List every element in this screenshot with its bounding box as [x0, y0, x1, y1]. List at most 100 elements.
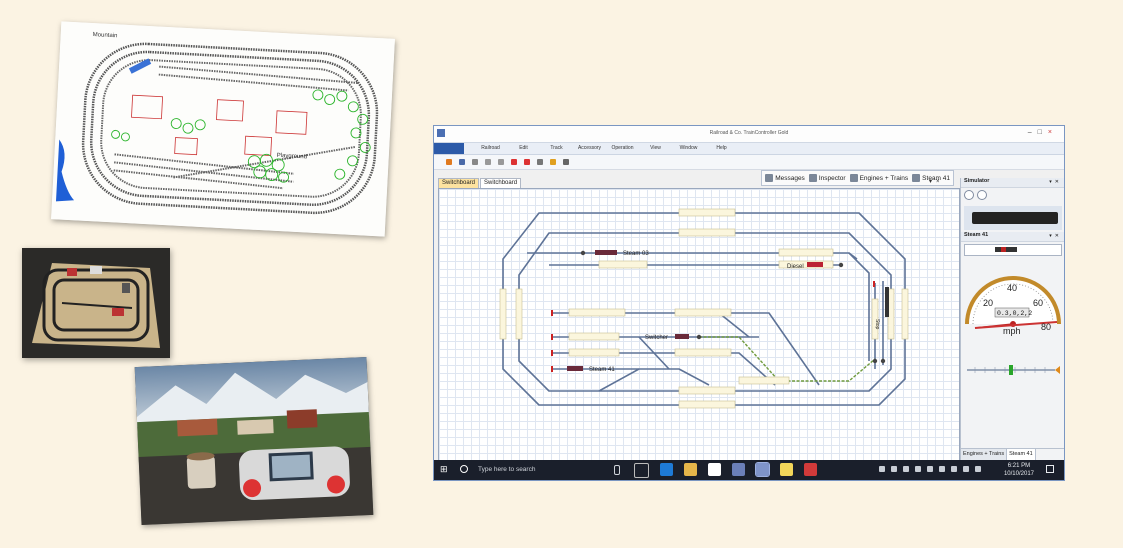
switchboard-canvas[interactable]: Steam 03 Diesel Switcher Steam 41 Stop — [438, 188, 960, 462]
menu-edit[interactable]: Edit — [507, 145, 540, 151]
train-label-diesel: Diesel — [787, 264, 804, 270]
messages-icon — [765, 174, 774, 182]
traincontroller-active-icon[interactable] — [755, 462, 770, 477]
tab-switchboard-2[interactable]: Switchboard — [480, 178, 522, 188]
engine-icon — [849, 174, 858, 182]
layout-photo — [22, 248, 170, 358]
traincontroller-icon[interactable] — [732, 463, 745, 476]
menu-railroad[interactable]: Railroad — [474, 145, 507, 151]
inspector-tab[interactable]: Inspector — [808, 174, 846, 182]
engine-selector[interactable] — [964, 244, 1062, 256]
tab-switchboard-1[interactable]: Switchboard — [438, 178, 480, 188]
tray-app1-icon[interactable] — [891, 466, 897, 472]
gauge-tick-80: 80 — [1041, 322, 1051, 332]
track-plan-photo: Mountain Playground — [51, 21, 395, 237]
microphone-icon[interactable] — [614, 465, 620, 475]
locomotive-icon — [972, 212, 1058, 224]
dock-tab-engines-trains[interactable]: Engines + Trains — [961, 449, 1008, 460]
print-icon[interactable] — [537, 159, 543, 165]
tray-chevron-icon[interactable] — [879, 466, 885, 472]
tab-close-icon[interactable]: × — [936, 179, 944, 185]
speed-unit: mph — [1003, 326, 1021, 336]
tab-dropdown-icon[interactable]: ▾ — [929, 179, 936, 185]
play-icon[interactable] — [964, 190, 974, 200]
gauge-tick-40: 40 — [1007, 283, 1017, 293]
app-window: Railroad & Co. TrainController Gold –□× … — [433, 125, 1065, 481]
tools-icon[interactable] — [563, 159, 569, 165]
windows-start-icon[interactable]: ⊞ — [440, 465, 449, 474]
train-label-steam41: Steam 41 — [589, 367, 615, 373]
menu-help[interactable]: Help — [705, 145, 738, 151]
clock-date: 10/10/2017 — [1003, 471, 1034, 477]
panel-pin-icons[interactable]: ▾✕ — [1049, 179, 1062, 185]
file-menu-button[interactable] — [434, 143, 464, 154]
document-tabs: Switchboard Switchboard — [438, 178, 522, 188]
minimize-icon[interactable]: – — [1028, 129, 1038, 136]
tray-keyboard-icon[interactable] — [975, 466, 981, 472]
block-label-stop: Stop — [874, 319, 880, 330]
right-dock: Simulator ▾✕ Steam 41 ▾✕ 20 40 60 80 mph — [960, 178, 1064, 460]
maximize-icon[interactable]: □ — [1038, 129, 1048, 136]
panel-tabs: Messages Inspector Engines + Trains Stea… — [761, 170, 954, 186]
app-red-icon[interactable] — [804, 463, 817, 476]
tray-battery-icon[interactable] — [939, 466, 945, 472]
train-label-switcher: Switcher — [645, 335, 668, 341]
stop-icon[interactable] — [511, 159, 517, 165]
train-icon — [912, 174, 921, 182]
cortana-icon[interactable] — [460, 465, 468, 473]
inspector-icon — [808, 174, 817, 182]
controller-photo — [134, 357, 374, 525]
menu-track[interactable]: Track — [540, 145, 573, 151]
dropbox-icon[interactable] — [708, 463, 721, 476]
simulator-title: Simulator — [964, 178, 990, 184]
undo-icon[interactable] — [485, 159, 491, 165]
open-icon[interactable] — [446, 159, 452, 165]
menu-accessory[interactable]: Accessory — [573, 145, 606, 151]
layout-photo-image — [22, 248, 170, 358]
edge-icon[interactable] — [660, 463, 673, 476]
simulator-header: Simulator ▾✕ — [961, 178, 1064, 188]
switchboard-track-diagram[interactable]: Steam 03 Diesel Switcher Steam 41 Stop — [439, 189, 959, 461]
step-icon[interactable] — [977, 190, 987, 200]
signal-icon[interactable] — [550, 159, 556, 165]
throttle-slider[interactable] — [965, 364, 1061, 376]
taskbar-clock[interactable]: 6:21 PM 10/10/2017 — [1004, 462, 1034, 478]
engines-trains-tab[interactable]: Engines + Trains — [849, 174, 908, 182]
clock-time: 6:21 PM — [1007, 463, 1031, 469]
tray-volume-icon[interactable] — [963, 466, 969, 472]
cut-icon[interactable] — [472, 159, 478, 165]
window-title: Railroad & Co. TrainController Gold — [709, 130, 789, 136]
taskbar-search-input[interactable]: Type here to search — [478, 466, 535, 473]
notifications-icon[interactable] — [1046, 465, 1054, 473]
close-icon[interactable]: × — [1048, 129, 1058, 136]
save-icon[interactable] — [459, 159, 465, 165]
speedometer-gauge: 20 40 60 80 mph 0.3,0,2,2 — [965, 276, 1061, 336]
taskbar-apps — [634, 462, 817, 478]
locomotive-image — [964, 206, 1062, 230]
notes-icon[interactable] — [780, 463, 793, 476]
gauge-tick-20: 20 — [983, 298, 993, 308]
track-plan-drawing: Mountain Playground — [51, 21, 395, 237]
tray-network-icon[interactable] — [927, 466, 933, 472]
menu-window[interactable]: Window — [672, 145, 705, 151]
messages-tab[interactable]: Messages — [765, 174, 805, 182]
system-tray — [879, 466, 981, 472]
engine-title: Steam 41 — [964, 232, 989, 238]
train-label-steam03: Steam 03 — [623, 251, 649, 257]
document-controls: ▾× — [929, 178, 944, 185]
window-controls: –□× — [1028, 129, 1058, 136]
gauge-tick-60: 60 — [1033, 298, 1043, 308]
tray-cloud-icon[interactable] — [915, 466, 921, 472]
menu-operation[interactable]: Operation — [606, 145, 639, 151]
emergency-icon[interactable] — [524, 159, 530, 165]
menu-view[interactable]: View — [639, 145, 672, 151]
redo-icon[interactable] — [498, 159, 504, 165]
engine-pin-icons[interactable]: ▾✕ — [1049, 233, 1062, 239]
engine-header: Steam 41 ▾✕ — [961, 232, 1064, 242]
plan-label-mountain: Mountain — [93, 32, 118, 39]
file-explorer-icon[interactable] — [684, 463, 697, 476]
task-view-icon[interactable] — [634, 463, 649, 478]
tray-wifi-icon[interactable] — [951, 466, 957, 472]
tray-app2-icon[interactable] — [903, 466, 909, 472]
dock-tab-steam41[interactable]: Steam 41 — [1007, 449, 1036, 460]
